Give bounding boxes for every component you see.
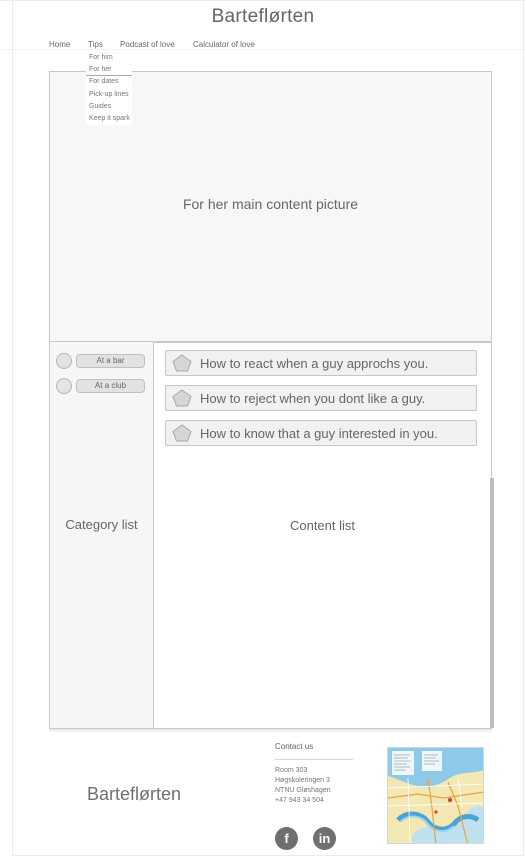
contact-street: Høgskoleringen 3 xyxy=(275,777,330,784)
contact-room: Room 303 xyxy=(275,767,308,774)
category-button[interactable]: At a bar xyxy=(76,354,145,368)
linkedin-glyph: in xyxy=(318,831,331,846)
content-item[interactable]: How to know that a guy interested in you… xyxy=(165,420,477,446)
lower-section: At a bar At a club Category list How to … xyxy=(49,342,492,729)
facebook-glyph: f xyxy=(284,831,289,846)
hero-label: For her main content picture xyxy=(182,196,359,212)
dropdown-item-for-dates[interactable]: For dates xyxy=(86,76,132,88)
category-list-label: Category list xyxy=(65,517,138,532)
content-panel: How to react when a guy approchs you. Ho… xyxy=(153,342,492,729)
dropdown-item-keep-it-spark[interactable]: Keep it spark xyxy=(86,113,132,125)
content-item[interactable]: How to reject when you dont like a guy. xyxy=(165,385,477,411)
facebook-icon[interactable]: f xyxy=(275,827,298,850)
nav-item-podcast[interactable]: Podcast of love xyxy=(120,40,175,49)
dropdown-item-for-her[interactable]: For her xyxy=(86,64,132,77)
dropdown-item-pick-up-lines[interactable]: Pick-up lines xyxy=(86,89,132,101)
nav-item-calculator[interactable]: Calculator of love xyxy=(193,40,255,49)
contact-phone: +47 943 34 504 xyxy=(275,797,324,804)
nav-item-home[interactable]: Home xyxy=(49,40,70,49)
category-radio[interactable] xyxy=(56,378,72,394)
content-item-label: How to reject when you dont like a guy. xyxy=(200,391,426,406)
map-image xyxy=(388,748,483,843)
category-radio[interactable] xyxy=(56,353,72,369)
content-item[interactable]: How to react when a guy approchs you. xyxy=(165,350,477,376)
pentagon-icon xyxy=(172,424,192,442)
pentagon-icon xyxy=(172,354,192,372)
dropdown-item-for-him[interactable]: For him xyxy=(86,52,132,64)
location-map[interactable] xyxy=(387,747,484,844)
category-button[interactable]: At a club xyxy=(76,379,145,393)
site-title: Barteflørten xyxy=(211,6,315,27)
contact-title: Contact us xyxy=(275,742,314,751)
category-panel: At a bar At a club Category list xyxy=(49,342,154,729)
linkedin-icon[interactable]: in xyxy=(313,827,336,850)
content-item-label: How to react when a guy approchs you. xyxy=(200,356,429,371)
content-panel-shadow xyxy=(490,478,494,728)
contact-campus: NTNU Gløshagen xyxy=(275,787,331,794)
content-list-label: Content list xyxy=(289,518,356,533)
content-item-label: How to know that a guy interested in you… xyxy=(200,426,438,441)
tips-dropdown: For him For her For dates Pick-up lines … xyxy=(86,52,132,126)
nav-item-tips[interactable]: Tips xyxy=(88,40,103,49)
footer-logo[interactable]: Barteflørten xyxy=(87,784,181,805)
pentagon-icon xyxy=(172,389,192,407)
footer-divider xyxy=(49,729,492,733)
dropdown-item-guides[interactable]: Guides xyxy=(86,101,132,113)
contact-divider xyxy=(275,759,353,760)
nav-divider xyxy=(0,49,526,50)
